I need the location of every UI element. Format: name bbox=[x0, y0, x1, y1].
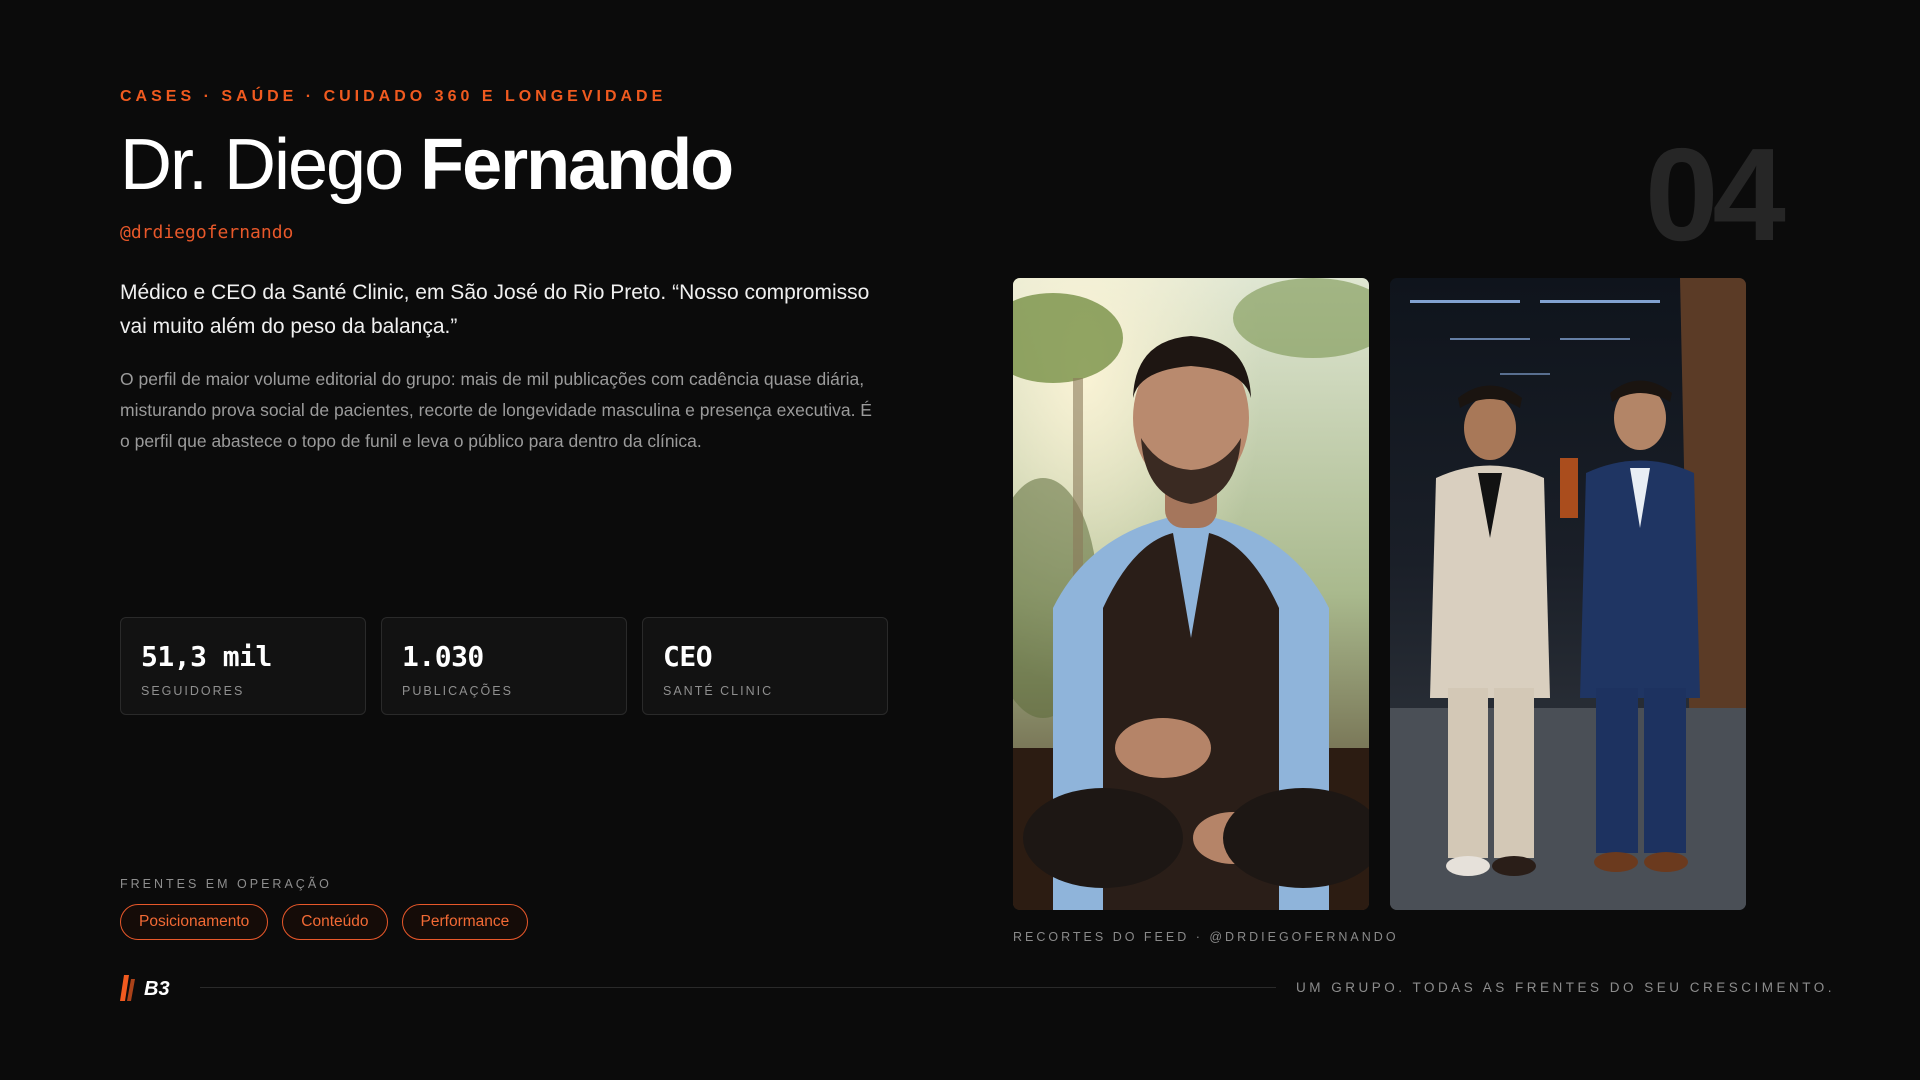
page-title: Dr. Diego Fernando bbox=[120, 122, 734, 208]
stat-label: SANTÉ CLINIC bbox=[663, 684, 774, 698]
b3-logo: B3 bbox=[120, 973, 180, 1008]
stat-label: PUBLICAÇÕES bbox=[402, 684, 513, 698]
case-number: 04 bbox=[1645, 121, 1786, 268]
stat-card-followers: 51,3 mil SEGUIDORES bbox=[120, 617, 366, 715]
instagram-handle[interactable]: @drdiegofernando bbox=[120, 222, 293, 243]
footer-tagline: UM GRUPO. TODAS AS FRENTES DO SEU CRESCI… bbox=[1296, 980, 1836, 995]
feed-photo-doctor[interactable] bbox=[1013, 278, 1369, 910]
feed-photo-corridor[interactable] bbox=[1390, 278, 1746, 910]
stat-value: 1.030 bbox=[402, 640, 484, 673]
feed-caption: RECORTES DO FEED · @DRDIEGOFERNANDO bbox=[1013, 930, 1399, 944]
stat-value: CEO bbox=[663, 640, 713, 673]
title-light: Dr. Diego bbox=[120, 125, 421, 205]
footer-divider bbox=[200, 987, 1276, 988]
fronts-label: FRENTES EM OPERAÇÃO bbox=[120, 877, 332, 891]
doctor-video-frame-photo bbox=[1013, 278, 1369, 910]
tag-performance[interactable]: Performance bbox=[401, 904, 529, 940]
stats-row: 51,3 mil SEGUIDORES 1.030 PUBLICAÇÕES CE… bbox=[120, 617, 888, 715]
tag-conteudo[interactable]: Conteúdo bbox=[282, 904, 388, 940]
tag-posicionamento[interactable]: Posicionamento bbox=[120, 904, 269, 940]
two-men-corridor-photo bbox=[1390, 278, 1746, 910]
title-bold: Fernando bbox=[420, 125, 734, 205]
b3-logo-mark: B3 bbox=[120, 975, 170, 1001]
stat-card-role: CEO SANTÉ CLINIC bbox=[642, 617, 888, 715]
stat-label: SEGUIDORES bbox=[141, 684, 245, 698]
b3-logo-text: B3 bbox=[144, 978, 170, 1000]
stat-card-publications: 1.030 PUBLICAÇÕES bbox=[381, 617, 627, 715]
stat-value: 51,3 mil bbox=[141, 640, 272, 673]
fronts-tags: Posicionamento Conteúdo Performance bbox=[120, 904, 529, 940]
description-text: O perfil de maior volume editorial do gr… bbox=[120, 369, 872, 451]
lead-text: Médico e CEO da Santé Clinic, em São Jos… bbox=[120, 281, 870, 338]
section-eyebrow: CASES · SAÚDE · CUIDADO 360 E LONGEVIDAD… bbox=[120, 88, 667, 105]
